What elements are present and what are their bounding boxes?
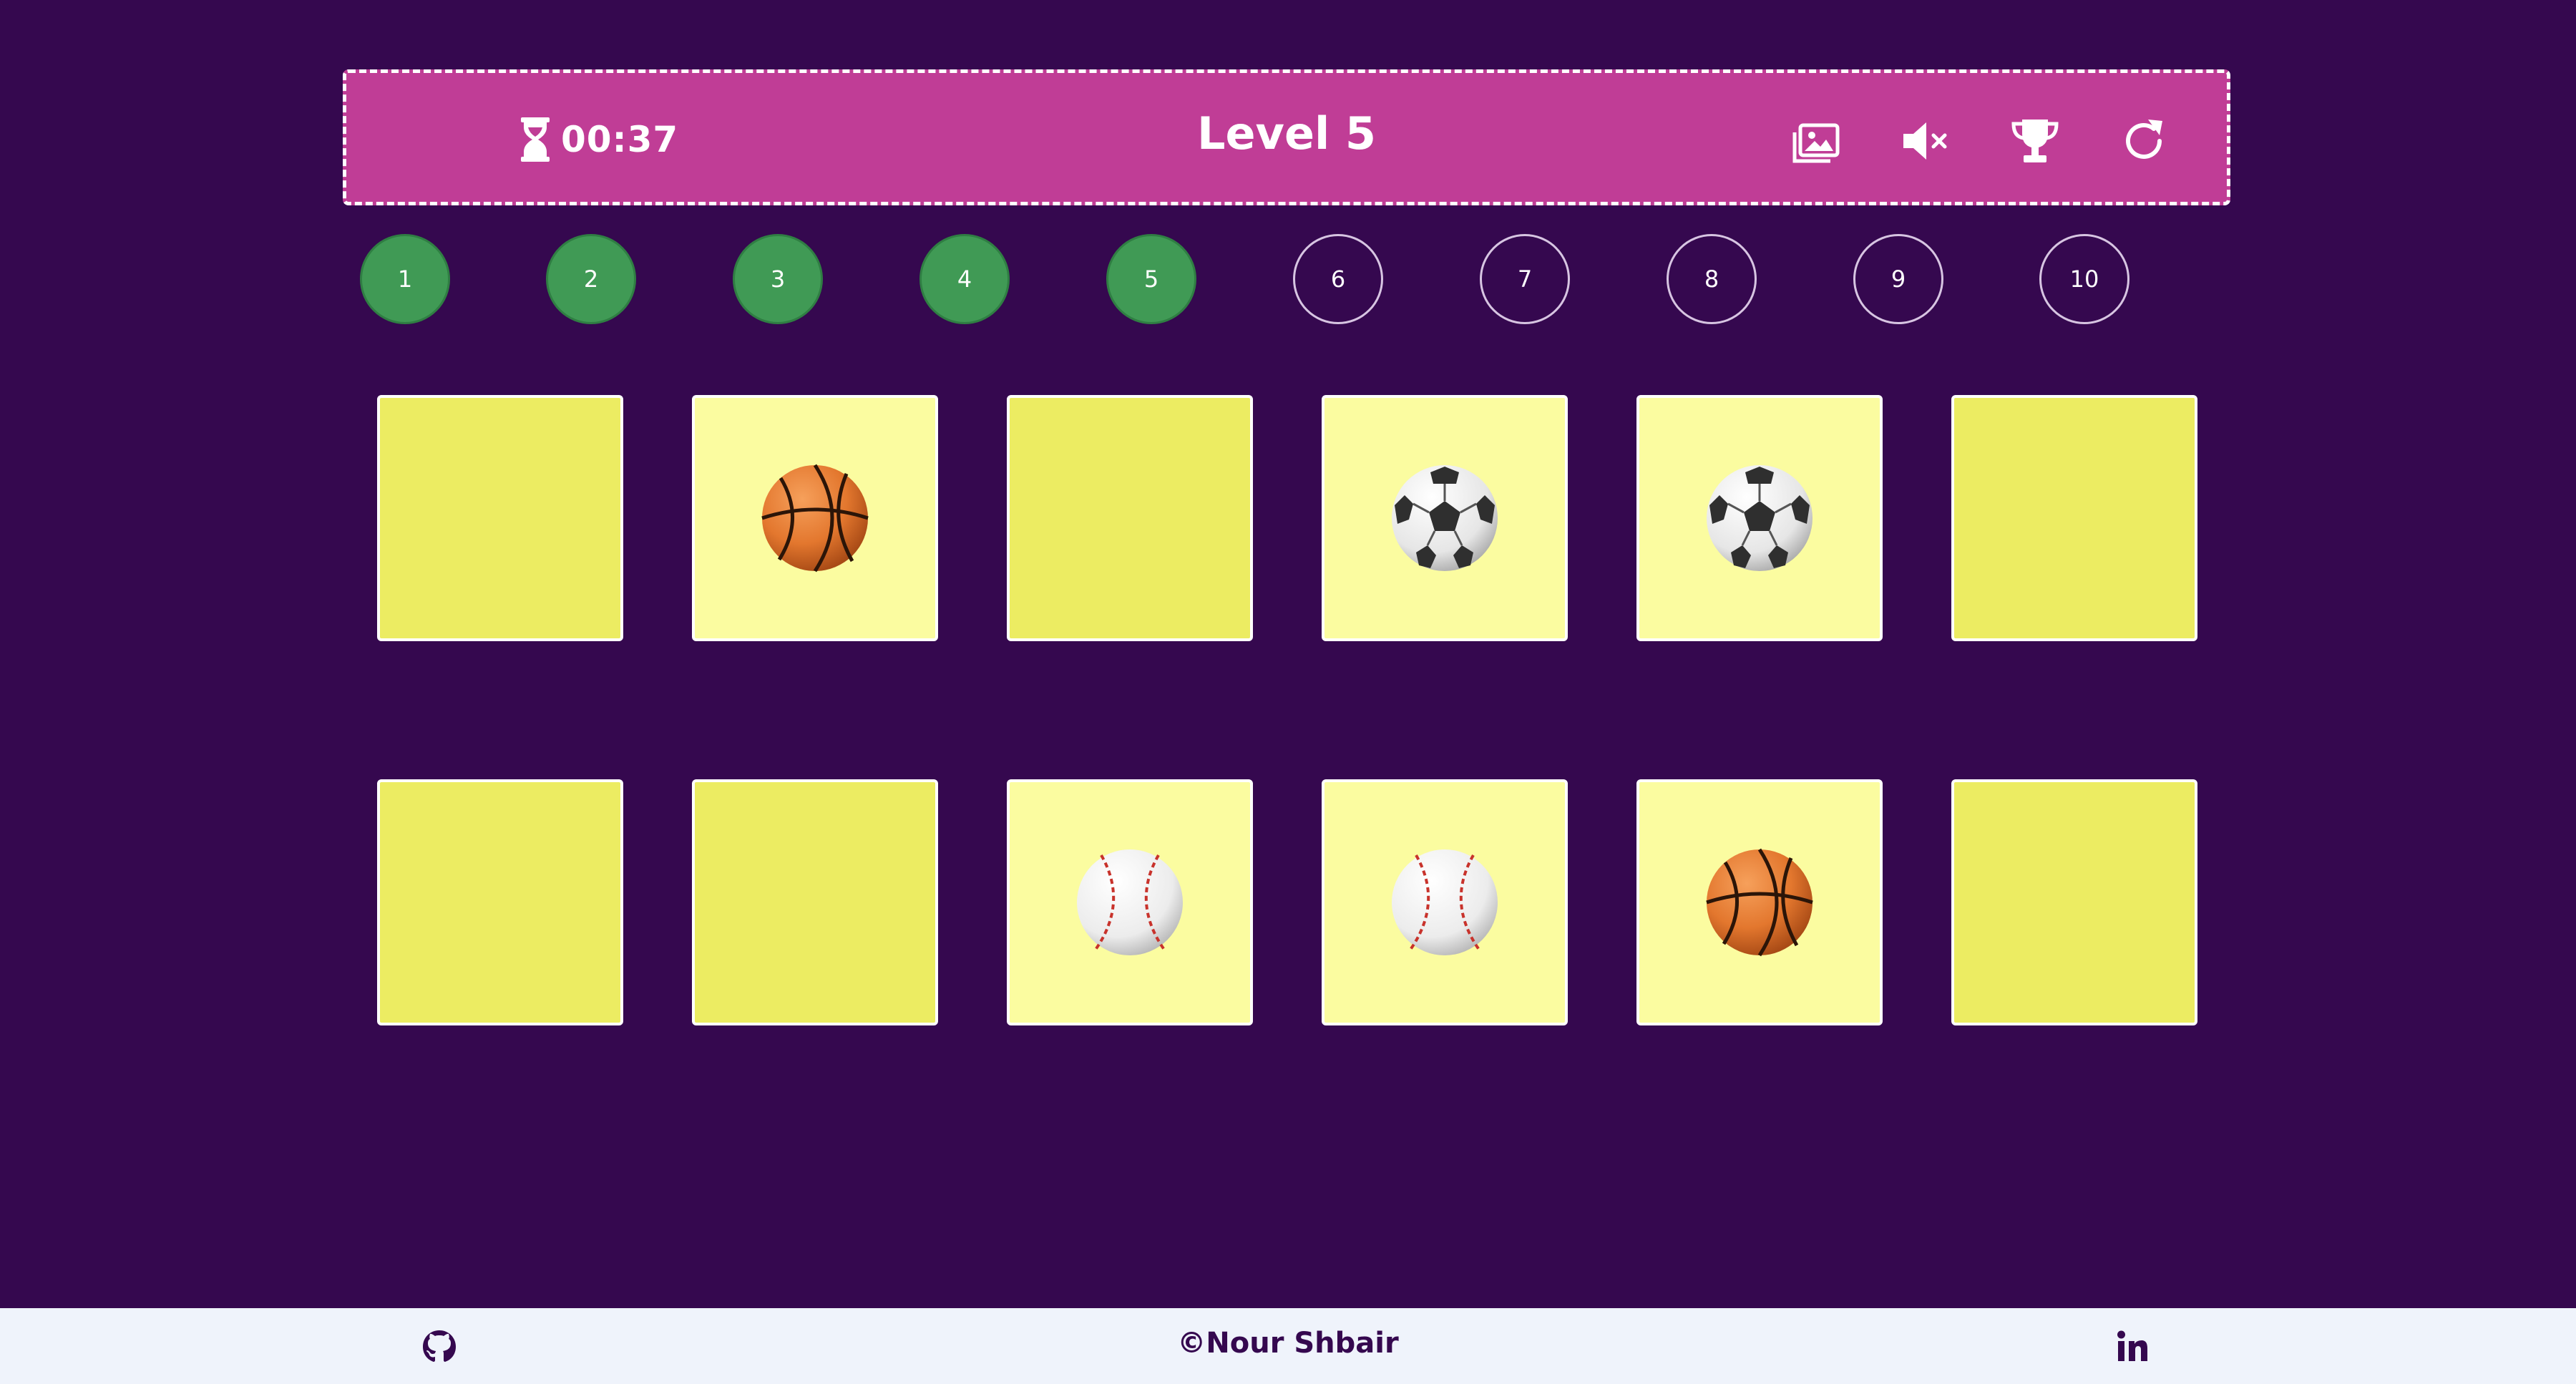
linkedin-link[interactable]: [2111, 1325, 2154, 1368]
level-button-4[interactable]: 4: [919, 234, 1010, 324]
level-button-2[interactable]: 2: [546, 234, 636, 324]
level-button-6[interactable]: 6: [1293, 234, 1383, 324]
level-button-3[interactable]: 3: [733, 234, 823, 324]
trophy-icon: [2011, 120, 2059, 162]
change-theme-button[interactable]: [1787, 112, 1845, 170]
card-5[interactable]: [1636, 395, 1883, 641]
leaderboard-button[interactable]: [2006, 112, 2064, 170]
level-button-8[interactable]: 8: [1667, 234, 1757, 324]
card-8[interactable]: [692, 779, 938, 1025]
card-12[interactable]: [1951, 779, 2197, 1025]
volume-mute-icon: [1903, 122, 1947, 160]
level-button-1[interactable]: 1: [360, 234, 450, 324]
card-7[interactable]: [377, 779, 623, 1025]
card-9[interactable]: [1007, 779, 1253, 1025]
restart-icon: [2126, 120, 2162, 159]
level-selector: 1 2 3 4 5 6 7 8 9 10: [0, 234, 2576, 328]
footer: ©Nour Shbair: [0, 1308, 2576, 1384]
basketball-icon: [1706, 848, 1813, 957]
level-button-5[interactable]: 5: [1106, 234, 1196, 324]
restart-button[interactable]: [2115, 112, 2172, 170]
card-1[interactable]: [377, 395, 623, 641]
level-button-10[interactable]: 10: [2039, 234, 2129, 324]
baseball-icon: [1392, 849, 1498, 955]
card-3[interactable]: [1007, 395, 1253, 641]
game-header: 00:37 Level 5: [343, 69, 2230, 205]
card-2[interactable]: [692, 395, 938, 641]
card-10[interactable]: [1322, 779, 1568, 1025]
level-button-7[interactable]: 7: [1480, 234, 1570, 324]
image-icon: [1792, 123, 1840, 163]
soccer-ball-icon: [1392, 465, 1498, 571]
linkedin-icon: [2117, 1330, 2147, 1361]
card-6[interactable]: [1951, 395, 2197, 641]
baseball-icon: [1077, 849, 1183, 955]
card-4[interactable]: [1322, 395, 1568, 641]
level-button-9[interactable]: 9: [1853, 234, 1943, 324]
card-11[interactable]: [1636, 779, 1883, 1025]
basketball-icon: [761, 464, 869, 572]
soccer-ball-icon: [1707, 465, 1813, 571]
sound-toggle-button[interactable]: [1898, 112, 1955, 170]
copyright-text: ©Nour Shbair: [1177, 1327, 1399, 1360]
